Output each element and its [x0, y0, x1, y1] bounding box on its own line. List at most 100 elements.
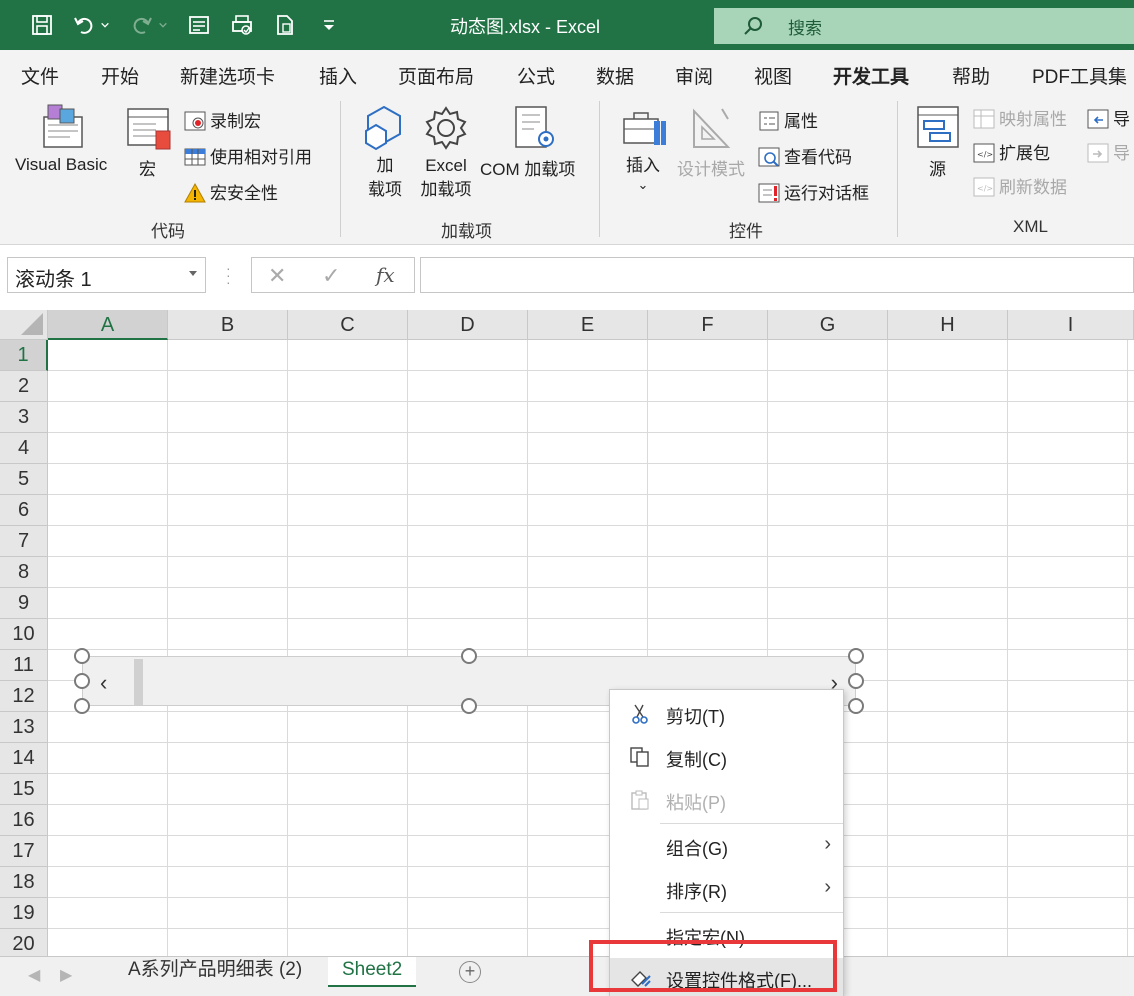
excel-addins-button[interactable]: Excel 加载项 — [414, 154, 478, 202]
column-header[interactable]: G — [768, 310, 888, 340]
next-sheet-arrow[interactable]: ▶ — [60, 965, 72, 985]
add-sheet-button[interactable]: + — [459, 961, 481, 983]
row-header[interactable]: 19 — [0, 898, 48, 929]
view-code-button[interactable]: 查看代码 — [758, 143, 852, 168]
row-header[interactable]: 4 — [0, 433, 48, 464]
formula-input[interactable] — [420, 257, 1134, 293]
row-header[interactable]: 5 — [0, 464, 48, 495]
insert-function-button[interactable]: fx — [376, 263, 395, 287]
print-preview-icon[interactable] — [230, 13, 254, 37]
cancel-button[interactable]: ✕ — [268, 263, 286, 289]
customize-quick-access-icon[interactable] — [317, 13, 341, 37]
row-header[interactable]: 18 — [0, 867, 48, 898]
ribbon-tabs: 文件 开始 新建选项卡 插入 页面布局 公式 数据 审阅 视图 开发工具 帮助 … — [0, 50, 1134, 98]
tab-formulas[interactable]: 公式 — [517, 62, 555, 89]
expansion-packs-button[interactable]: </> 扩展包 — [973, 139, 1050, 164]
search-box[interactable]: 搜索 — [714, 8, 1134, 44]
tab-help[interactable]: 帮助 — [952, 62, 990, 89]
ribbon-separator — [599, 101, 600, 237]
row-header[interactable]: 15 — [0, 774, 48, 805]
scroll-left-arrow[interactable]: ‹ — [100, 670, 107, 696]
scroll-thumb[interactable] — [134, 659, 143, 705]
redo-icon[interactable] — [130, 13, 154, 37]
row-header[interactable]: 3 — [0, 402, 48, 433]
row-header[interactable]: 14 — [0, 743, 48, 774]
visual-basic-button[interactable]: Visual Basic — [15, 155, 107, 175]
menu-item-group[interactable]: 组合(G) › — [610, 826, 843, 866]
tab-pdf-tools[interactable]: PDF工具集 — [1032, 62, 1127, 89]
row-header[interactable]: 7 — [0, 526, 48, 557]
column-header[interactable]: B — [168, 310, 288, 340]
menu-item-order[interactable]: 排序(R) › — [610, 869, 843, 909]
menu-item-cut[interactable]: 剪切(T) — [610, 694, 843, 734]
column-header[interactable]: H — [888, 310, 1008, 340]
resize-handle[interactable] — [848, 648, 864, 664]
run-dialog-button[interactable]: 运行对话框 — [758, 179, 869, 204]
sheet-tab-active[interactable]: Sheet2 — [328, 957, 417, 987]
record-macro-button[interactable]: 录制宏 — [184, 107, 261, 132]
macros-button[interactable]: 宏 — [139, 155, 156, 180]
resize-handle[interactable] — [74, 673, 90, 689]
resize-handle[interactable] — [461, 698, 477, 714]
prev-sheet-arrow[interactable]: ◀ — [28, 965, 40, 985]
use-relative-references-button[interactable]: 使用相对引用 — [184, 143, 312, 168]
row-header[interactable]: 2 — [0, 371, 48, 402]
column-header[interactable]: F — [648, 310, 768, 340]
form-icon[interactable] — [187, 13, 211, 37]
menu-item-copy[interactable]: 复制(C) — [610, 737, 843, 777]
select-all-button[interactable] — [0, 310, 48, 340]
row-header[interactable]: 16 — [0, 805, 48, 836]
group-label-code: 代码 — [151, 222, 185, 241]
tab-home[interactable]: 开始 — [101, 62, 139, 89]
tab-file[interactable]: 文件 — [21, 62, 59, 89]
column-header[interactable]: A — [48, 310, 168, 340]
toolbox-icon — [620, 105, 668, 154]
row-header[interactable]: 11 — [0, 650, 48, 681]
resize-handle[interactable] — [848, 673, 864, 689]
tab-review[interactable]: 审阅 — [675, 62, 713, 89]
resize-handle[interactable] — [74, 648, 90, 664]
column-header[interactable]: C — [288, 310, 408, 340]
chevron-down-icon: ⌄ — [637, 177, 649, 192]
column-header[interactable]: D — [408, 310, 528, 340]
addins-button[interactable]: 加 载项 — [365, 154, 405, 202]
row-header[interactable]: 6 — [0, 495, 48, 526]
com-addins-button[interactable]: COM 加载项 — [480, 155, 575, 180]
tab-insert[interactable]: 插入 — [319, 62, 357, 89]
row-header[interactable]: 12 — [0, 681, 48, 712]
xml-source-button[interactable]: 源 — [929, 155, 946, 180]
tab-new-tab[interactable]: 新建选项卡 — [180, 62, 275, 89]
import-button[interactable]: 导 — [1087, 105, 1130, 130]
column-header[interactable]: I — [1008, 310, 1134, 340]
drag-handle-icon[interactable]: · · · — [226, 261, 231, 289]
submenu-arrow-icon: › — [824, 876, 831, 898]
tab-developer[interactable]: 开发工具 — [833, 62, 910, 98]
resize-handle[interactable] — [74, 698, 90, 714]
save-icon[interactable] — [30, 13, 54, 37]
properties-button[interactable]: 属性 — [758, 107, 818, 132]
cell-area[interactable] — [48, 340, 1134, 956]
document-icon[interactable] — [273, 13, 297, 37]
undo-icon[interactable] — [72, 13, 96, 37]
enter-button[interactable]: ✓ — [322, 263, 340, 289]
row-header[interactable]: 13 — [0, 712, 48, 743]
row-header[interactable]: 9 — [0, 588, 48, 619]
row-header[interactable]: 17 — [0, 836, 48, 867]
tab-data[interactable]: 数据 — [596, 62, 634, 89]
tab-page-layout[interactable]: 页面布局 — [398, 62, 474, 89]
name-box-dropdown-icon[interactable] — [189, 271, 197, 276]
insert-controls-button[interactable]: 插入 ⌄ — [623, 154, 663, 192]
row-header[interactable]: 8 — [0, 557, 48, 588]
resize-handle[interactable] — [461, 648, 477, 664]
formula-buttons: ✕ ✓ fx — [251, 257, 415, 293]
resize-handle[interactable] — [848, 698, 864, 714]
column-header[interactable]: E — [528, 310, 648, 340]
row-header[interactable]: 1 — [0, 340, 48, 371]
tab-view[interactable]: 视图 — [754, 62, 792, 89]
name-box[interactable]: 滚动条 1 — [7, 257, 206, 293]
highlight-box — [589, 940, 837, 992]
sheet-tab[interactable]: A系列产品明细表 (2) — [128, 957, 302, 987]
row-header[interactable]: 10 — [0, 619, 48, 650]
macro-security-button[interactable]: 宏安全性 — [184, 179, 278, 204]
undo-dropdown-icon[interactable] — [98, 13, 112, 37]
